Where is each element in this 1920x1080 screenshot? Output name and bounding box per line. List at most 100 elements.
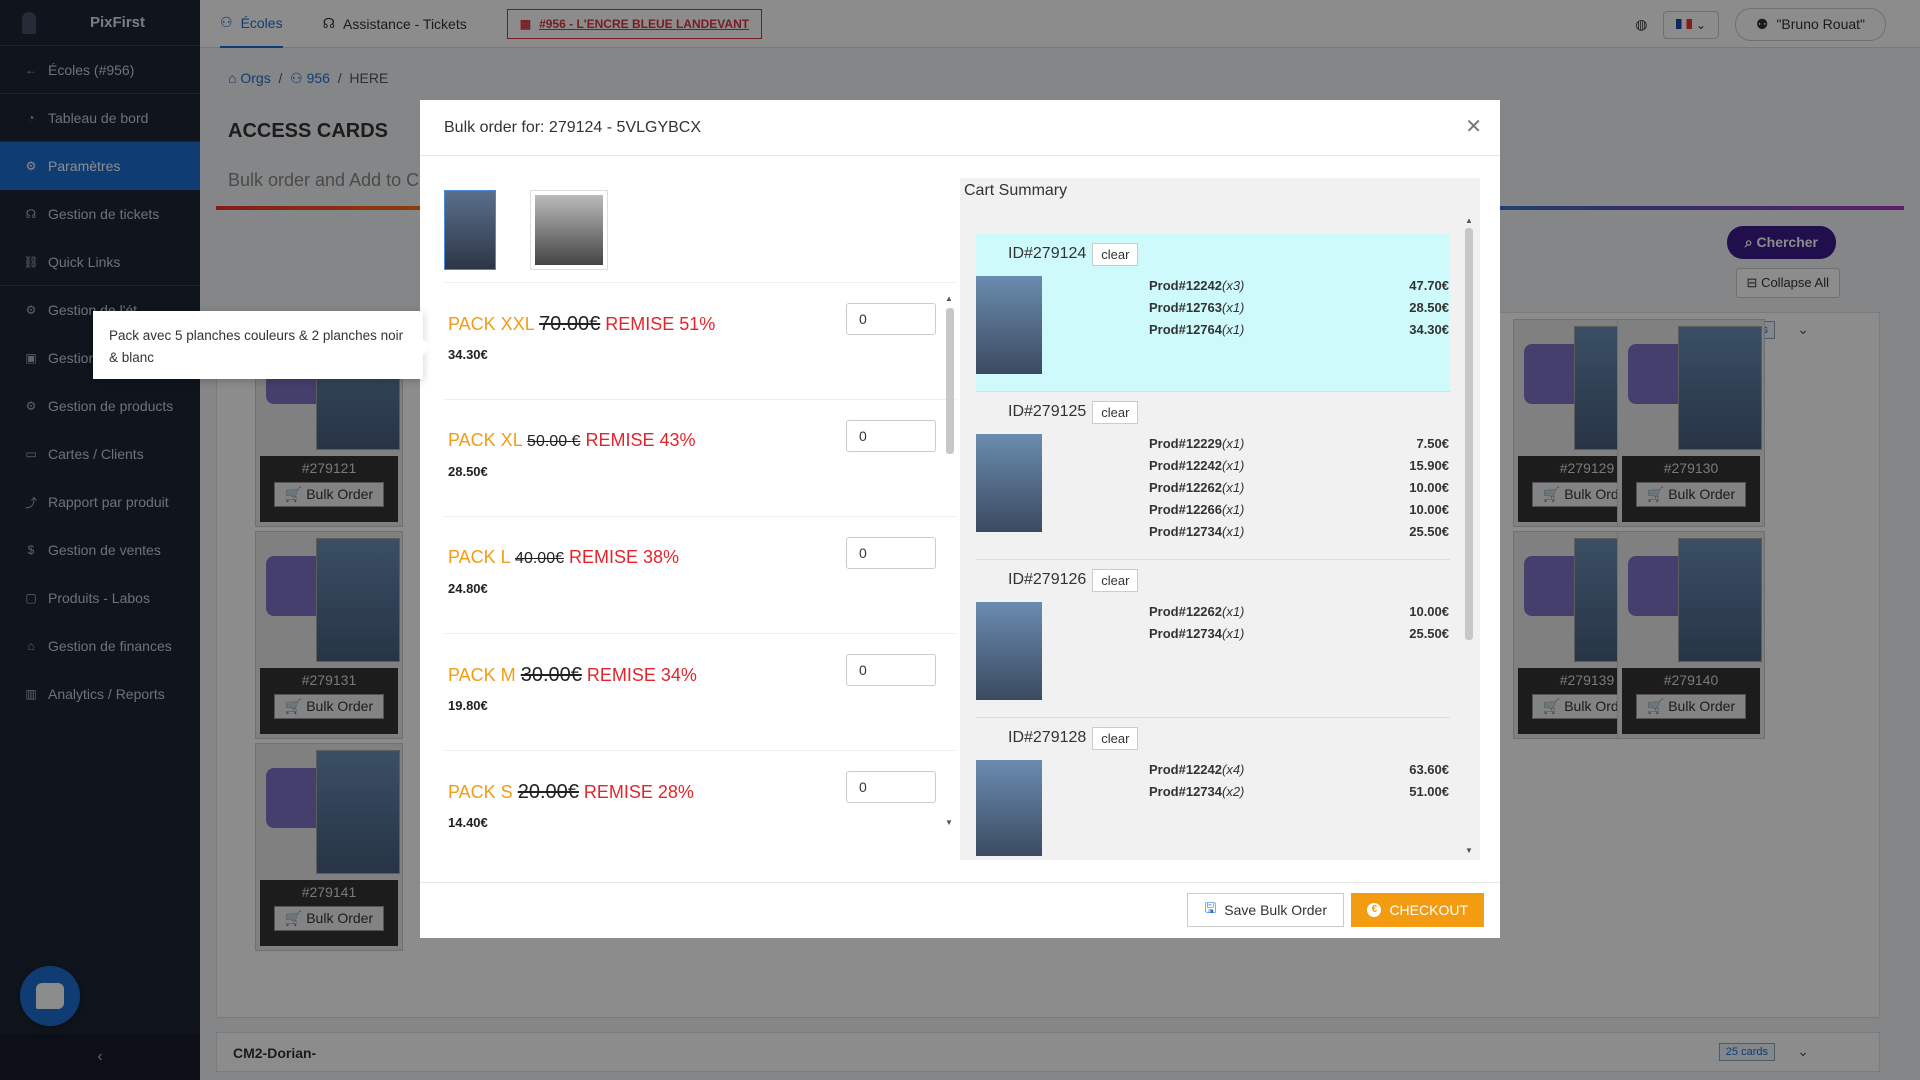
line-amount: 10.00€ [1409, 604, 1449, 619]
photo-thumbnail-color[interactable] [444, 190, 496, 270]
product-qty: (x1) [1222, 502, 1245, 517]
pack-title: PACK S 20.00€ REMISE 28% [448, 781, 694, 804]
cart-entry-header: ID#279124 clear [976, 234, 1450, 274]
pack-name: PACK XXL [448, 314, 535, 334]
save-icon: 🖫 [1204, 900, 1217, 916]
cart-entry-id: ID#279125 [1008, 403, 1087, 420]
cart-line-product: Prod#12262(x1) [1149, 604, 1244, 626]
product-qty: (x1) [1222, 604, 1245, 619]
cart-line: Prod#12242(x4) 63.60€ [1149, 762, 1449, 784]
pack-price: 28.50€ [448, 464, 488, 479]
pack-tooltip: Pack avec 5 planches couleurs & 2 planch… [93, 311, 431, 379]
pack-remise: REMISE 51% [605, 314, 716, 334]
scroll-down-icon[interactable]: ▼ [1465, 846, 1473, 855]
cart-entry-id: ID#279124 [1008, 245, 1087, 262]
cart-line: Prod#12229(x1) 7.50€ [1149, 436, 1449, 458]
line-amount: 10.00€ [1409, 502, 1449, 517]
cart-entry: ID#279126 clear Prod#12262(x1) 10.00€ Prod#1… [976, 560, 1450, 718]
pack-quantity-input[interactable]: 0 [846, 654, 936, 686]
cart-line-product: Prod#12734(x1) [1149, 524, 1244, 546]
cart-entry: ID#279128 clear Prod#12242(x4) 63.60€ Prod#1… [976, 718, 1450, 856]
pack-quantity-input[interactable]: 0 [846, 303, 936, 335]
pack-quantity-input[interactable]: 0 [846, 537, 936, 569]
product-qty: (x3) [1222, 278, 1245, 293]
scroll-up-icon[interactable]: ▲ [1465, 216, 1473, 225]
scroll-down-icon[interactable]: ▼ [945, 818, 953, 827]
bulk-order-modal: Bulk order for: 279124 - 5VLGYBCX ✕ PACK… [420, 100, 1500, 938]
cart-entry: ID#279125 clear Prod#12229(x1) 7.50€ Prod#12… [976, 392, 1450, 560]
line-amount: 51.00€ [1409, 784, 1449, 799]
pack-price: 19.80€ [448, 698, 488, 713]
product-qty: (x1) [1222, 524, 1245, 539]
scroll-up-icon[interactable]: ▲ [945, 294, 953, 303]
product-qty: (x1) [1222, 458, 1245, 473]
pack-row: PACK XXL 70.00€ REMISE 51% 34.30€ 0 [444, 283, 956, 400]
cart-lines: Prod#12262(x1) 10.00€ Prod#12734(x1) 25.50€ [1149, 604, 1449, 648]
line-amount: 15.90€ [1409, 458, 1449, 473]
pack-title: PACK XL 50.00 € REMISE 43% [448, 430, 696, 451]
cart-entry-header: ID#279126 clear [976, 560, 1450, 600]
cart-lines: Prod#12242(x3) 47.70€ Prod#12763(x1) 28.50€… [1149, 278, 1449, 344]
pack-old-price: 50.00 € [527, 433, 581, 450]
product-id: Prod#12734 [1149, 626, 1222, 641]
pack-price: 34.30€ [448, 347, 488, 362]
line-amount: 63.60€ [1409, 762, 1449, 777]
pack-remise: REMISE 38% [569, 547, 680, 567]
cart-line-product: Prod#12734(x2) [1149, 784, 1244, 806]
product-qty: (x1) [1222, 300, 1245, 315]
product-qty: (x2) [1222, 784, 1245, 799]
product-id: Prod#12242 [1149, 278, 1222, 293]
cart-line: Prod#12262(x1) 10.00€ [1149, 604, 1449, 626]
pack-name: PACK M [448, 665, 516, 685]
clear-button[interactable]: clear [1092, 400, 1139, 424]
clear-button[interactable]: clear [1092, 568, 1139, 592]
pack-remise: REMISE 28% [583, 782, 694, 802]
pack-name: PACK L [448, 547, 511, 567]
cart-line: Prod#12763(x1) 28.50€ [1149, 300, 1449, 322]
pack-price: 14.40€ [448, 815, 488, 830]
student-photo [976, 602, 1042, 700]
pack-list: PACK XXL 70.00€ REMISE 51% 34.30€ 0 PACK XL… [444, 282, 956, 838]
student-photo [976, 276, 1042, 374]
cart-scrollbar[interactable]: ▲ ▼ [1464, 216, 1474, 856]
student-photo [976, 434, 1042, 532]
cart-line-product: Prod#12266(x1) [1149, 502, 1244, 524]
product-id: Prod#12763 [1149, 300, 1222, 315]
pack-remise: REMISE 34% [586, 665, 697, 685]
cart-line-product: Prod#12763(x1) [1149, 300, 1244, 322]
pack-quantity-input[interactable]: 0 [846, 420, 936, 452]
cart-lines: Prod#12242(x4) 63.60€ Prod#12734(x2) 51.00€ [1149, 762, 1449, 806]
cart-entry-header: ID#279128 clear [976, 718, 1450, 758]
cart-line-product: Prod#12734(x1) [1149, 626, 1244, 648]
product-id: Prod#12266 [1149, 502, 1222, 517]
product-qty: (x4) [1222, 762, 1245, 777]
line-amount: 7.50€ [1416, 436, 1449, 451]
line-amount: 47.70€ [1409, 278, 1449, 293]
cart-line: Prod#12242(x1) 15.90€ [1149, 458, 1449, 480]
cart-line: Prod#12266(x1) 10.00€ [1149, 502, 1449, 524]
checkout-button[interactable]: € CHECKOUT [1351, 893, 1484, 927]
cart-line: Prod#12262(x1) 10.00€ [1149, 480, 1449, 502]
product-id: Prod#12229 [1149, 436, 1222, 451]
pack-list-scrollbar[interactable]: ▲ ▼ [944, 294, 956, 834]
pack-quantity-input[interactable]: 0 [846, 771, 936, 803]
photo-thumbnail-bw[interactable] [530, 190, 608, 270]
cart-line-product: Prod#12242(x3) [1149, 278, 1244, 300]
save-bulk-order-button[interactable]: 🖫 Save Bulk Order [1187, 893, 1344, 927]
product-id: Prod#12262 [1149, 480, 1222, 495]
cart-line-product: Prod#12262(x1) [1149, 480, 1244, 502]
product-qty: (x1) [1222, 480, 1245, 495]
cart-entry-header: ID#279125 clear [976, 392, 1450, 432]
product-id: Prod#12262 [1149, 604, 1222, 619]
modal-header: Bulk order for: 279124 - 5VLGYBCX [420, 100, 1500, 156]
cart-lines: Prod#12229(x1) 7.50€ Prod#12242(x1) 15.90€ P… [1149, 436, 1449, 546]
clear-button[interactable]: clear [1092, 726, 1139, 750]
cart-line-product: Prod#12764(x1) [1149, 322, 1244, 344]
pack-row: PACK S 20.00€ REMISE 28% 14.40€ 0 [444, 751, 956, 838]
cart-line: Prod#12734(x1) 25.50€ [1149, 626, 1449, 648]
clear-button[interactable]: clear [1092, 242, 1139, 266]
pack-title: PACK XXL 70.00€ REMISE 51% [448, 313, 715, 336]
close-icon[interactable]: ✕ [1465, 114, 1482, 139]
cart-line-product: Prod#12229(x1) [1149, 436, 1244, 458]
cart-summary: Cart Summary ID#279124 clear Prod#12242(x3… [960, 178, 1480, 860]
